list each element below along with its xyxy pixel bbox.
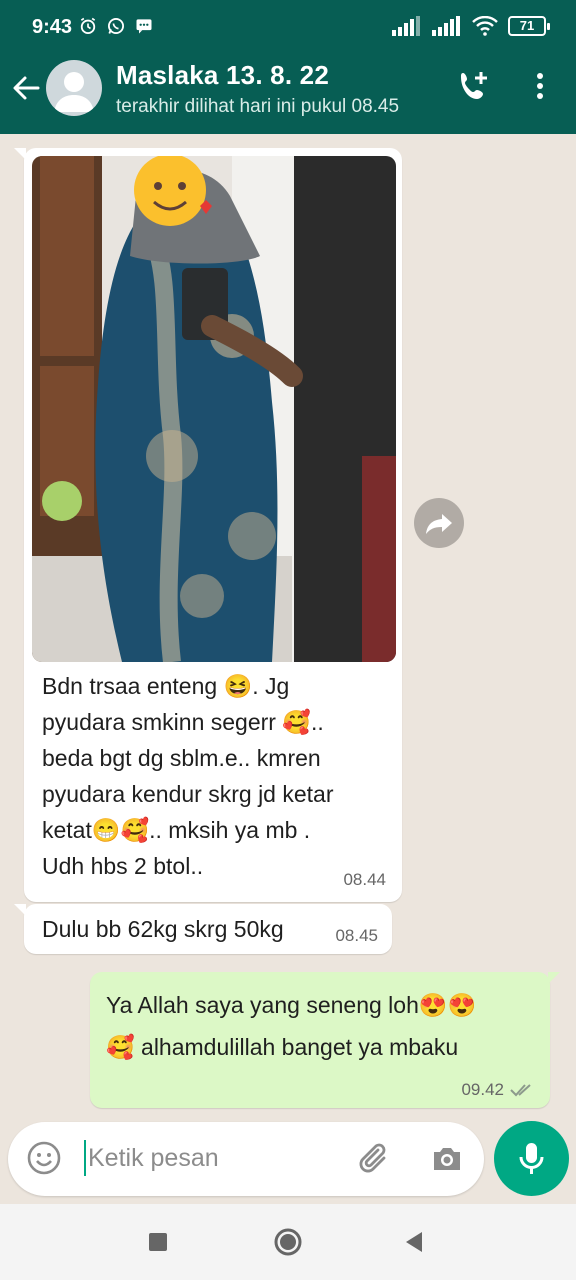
photo-illustration	[32, 156, 396, 662]
nav-square-icon[interactable]	[142, 1226, 174, 1258]
message-composer	[8, 1122, 484, 1196]
signal-icon	[392, 16, 420, 36]
whatsapp-status-icon	[108, 18, 124, 34]
message-text: Dulu bb 62kg skrg 50kg	[42, 916, 284, 942]
nav-circle-icon[interactable]	[272, 1226, 304, 1258]
mic-button[interactable]	[494, 1121, 569, 1196]
arrow-back-icon[interactable]	[8, 70, 44, 106]
contact-name[interactable]: Maslaka 13. 8. 22	[116, 60, 329, 91]
chat-header: Maslaka 13. 8. 22 terakhir dilihat hari …	[0, 56, 576, 134]
message-line: pyudara kendur skrg jd ketar	[42, 781, 334, 807]
message-line: Bdn trsaa enteng 😆. Jg	[42, 673, 290, 699]
forward-button[interactable]	[414, 498, 464, 548]
system-nav-bar	[0, 1204, 576, 1280]
attach-icon[interactable]	[356, 1140, 394, 1178]
top-bar: 9:43 71 Maslaka 13. 8. 22 terakhir dilih…	[0, 0, 576, 134]
default-avatar-icon	[54, 72, 94, 112]
incoming-text-message[interactable]: Dulu bb 62kg skrg 50kg 08.45	[14, 904, 392, 954]
mic-icon	[519, 1143, 544, 1174]
message-text: Ya Allah saya yang seneng loh😍😍 🥰 alhamd…	[106, 984, 536, 1068]
status-time: 9:43	[32, 16, 73, 38]
camera-icon[interactable]	[428, 1140, 466, 1178]
message-time: 09.42	[461, 1080, 504, 1099]
wifi-icon	[472, 16, 498, 36]
nav-back-icon[interactable]	[398, 1226, 430, 1258]
message-line: pyudara smkinn segerr 🥰..	[42, 709, 324, 735]
message-photo[interactable]	[32, 156, 396, 662]
status-notification-icons	[78, 16, 154, 36]
incoming-image-message[interactable]: Bdn trsaa enteng 😆. Jg pyudara smkinn se…	[14, 148, 402, 902]
status-right-icons: 71	[392, 16, 550, 36]
message-line: 🥰 alhamdulillah banget ya mbaku	[106, 1034, 459, 1060]
message-time: 08.45	[335, 926, 378, 945]
signal-2-icon	[432, 16, 460, 36]
add-call-icon[interactable]	[454, 66, 494, 106]
more-vert-icon[interactable]	[520, 66, 560, 106]
message-status-icon	[136, 19, 152, 34]
message-line: Udh hbs 2 btol..	[42, 853, 204, 879]
chat-area[interactable]: Bdn trsaa enteng 😆. Jg pyudara smkinn se…	[0, 134, 576, 1120]
message-line: beda bgt dg sblm.e.. kmren	[42, 745, 321, 771]
message-text: Bdn trsaa enteng 😆. Jg pyudara smkinn se…	[42, 668, 392, 884]
last-seen-status: terakhir dilihat hari ini pukul 08.45	[116, 96, 400, 117]
message-input[interactable]	[84, 1140, 344, 1176]
avatar[interactable]	[46, 60, 102, 116]
outgoing-text-message[interactable]: Ya Allah saya yang seneng loh😍😍 🥰 alhamd…	[90, 972, 560, 1108]
alarm-icon	[80, 17, 96, 34]
read-ticks-icon	[510, 1084, 531, 1097]
status-bar: 9:43 71	[0, 0, 576, 56]
emoji-icon[interactable]	[26, 1140, 62, 1176]
battery-indicator: 71	[508, 16, 550, 36]
forward-icon	[426, 514, 452, 534]
message-line: Ya Allah saya yang seneng loh😍😍	[106, 992, 477, 1018]
message-time: 08.44	[343, 870, 386, 889]
message-line: ketat😁🥰.. mksih ya mb .	[42, 817, 311, 843]
